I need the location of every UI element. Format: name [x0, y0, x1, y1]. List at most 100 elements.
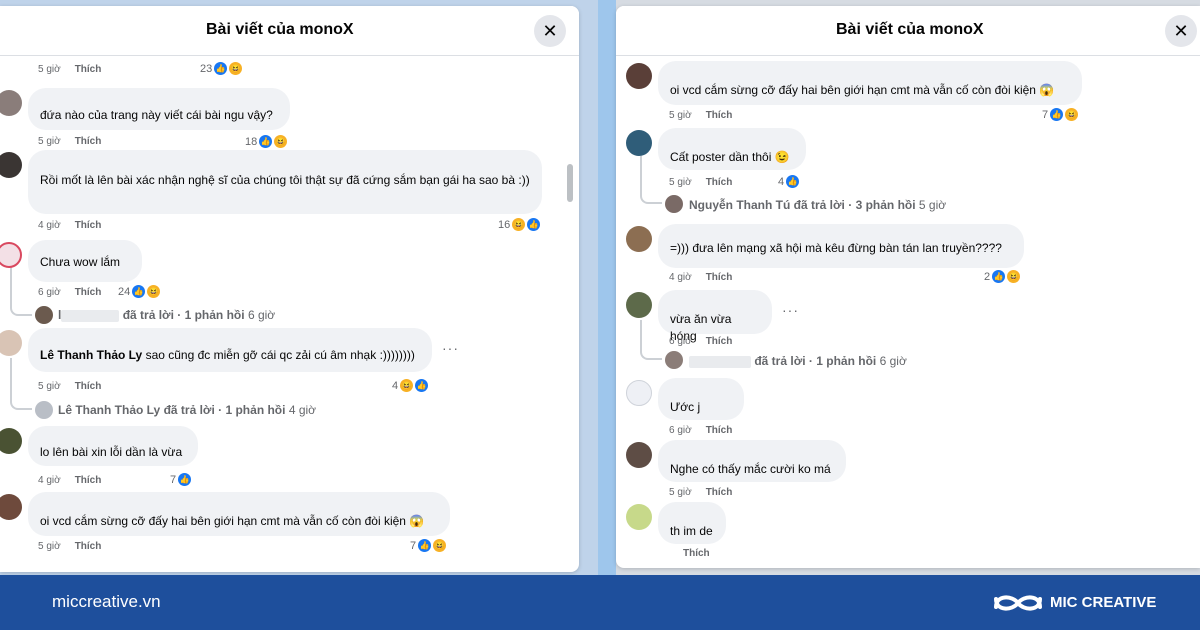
avatar[interactable]: [626, 380, 652, 406]
haha-reaction-icon: 😆: [147, 285, 161, 298]
dialog-title: Bài viết của monoX: [836, 21, 984, 38]
comment-time: 4 giờ: [669, 272, 692, 283]
like-link[interactable]: Thích: [706, 487, 733, 498]
scream-emoji-icon: 😱: [409, 514, 425, 528]
like-link[interactable]: Thích: [75, 64, 102, 75]
like-link[interactable]: Thích: [706, 272, 733, 283]
reaction-summary[interactable]: 4 😆 👍: [392, 379, 429, 392]
comment-bubble: Ước j: [658, 378, 744, 420]
close-icon: ✕: [1173, 20, 1189, 41]
avatar[interactable]: [0, 330, 22, 356]
like-link[interactable]: Thích: [706, 425, 733, 436]
reaction-summary[interactable]: 18 👍 😆: [245, 135, 288, 148]
like-link[interactable]: Thích: [706, 177, 733, 188]
comment-meta: 5 giờ Thích: [669, 177, 732, 188]
like-reaction-icon: 👍: [418, 539, 432, 552]
comment-time: 5 giờ: [669, 487, 692, 498]
reaction-summary[interactable]: 16 😆 👍: [498, 218, 541, 231]
comment-meta: 5 giờ Thích: [38, 136, 101, 147]
reply-summary[interactable]: l đã trả lời · 1 phản hồi 6 giờ: [58, 308, 275, 322]
thread-line: [640, 320, 662, 360]
footer-url[interactable]: miccreative.vn: [52, 592, 161, 612]
reaction-summary[interactable]: 2 👍 😆: [984, 270, 1021, 283]
comment-meta: 5 giờ Thích: [38, 64, 101, 75]
comment-bubble: oi vcd cắm sừng cỡ đấy hai bên giới hạn …: [28, 492, 450, 536]
reaction-summary[interactable]: 7 👍 😆: [1042, 108, 1079, 121]
comment-text: lo lên bài xin lỗi dần là vừa: [40, 445, 183, 459]
avatar[interactable]: [626, 63, 652, 89]
reply-avatar: [35, 306, 53, 324]
like-link[interactable]: Thích: [75, 136, 102, 147]
comment-meta: 4 giờ Thích: [38, 220, 101, 231]
avatar[interactable]: [626, 442, 652, 468]
reaction-summary[interactable]: 23 👍 😆: [200, 62, 243, 75]
reaction-summary[interactable]: 4 👍: [778, 175, 800, 188]
comment-bubble: th im de: [658, 502, 726, 544]
comment-bubble: Nghe có thấy mắc cười ko má: [658, 440, 846, 482]
dialog-header: Bài viết của monoX ✕: [616, 6, 1200, 56]
post-dialog-left: Bài viết của monoX ✕ 5 giờ Thích 23 👍 😆 đứ…: [0, 6, 579, 572]
reply-avatar: [35, 401, 53, 419]
haha-reaction-icon: 😆: [274, 135, 288, 148]
reaction-summary[interactable]: 24 👍 😆: [118, 285, 161, 298]
comment-meta: 4 giờ Thích: [38, 475, 101, 486]
avatar[interactable]: [626, 130, 652, 156]
avatar[interactable]: [0, 242, 22, 268]
comment-time: 5 giờ: [669, 177, 692, 188]
comment-text: đứa nào của trang này viết cái bài ngu v…: [40, 108, 273, 122]
comment-bubble: Lê Thanh Thảo Ly sao cũng đc miễn gỡ cái…: [28, 328, 432, 372]
avatar[interactable]: [626, 292, 652, 318]
thread-line: [640, 156, 662, 204]
more-options-icon[interactable]: ···: [782, 302, 799, 318]
comment-text: sao cũng đc miễn gỡ cái qc zải cú âm nhạ…: [145, 348, 415, 362]
comment-bubble: Cất poster dần thôi 😉: [658, 128, 806, 170]
comment-author[interactable]: Lê Thanh Thảo Ly: [40, 348, 142, 362]
comment-time: 6 giờ: [669, 336, 692, 347]
reply-summary[interactable]: Nguyễn Thanh Tú đã trả lời · 3 phản hồi …: [689, 198, 946, 212]
avatar[interactable]: [0, 90, 22, 116]
like-link[interactable]: Thích: [75, 541, 102, 552]
haha-reaction-icon: 😆: [400, 379, 414, 392]
post-dialog-right: Bài viết của monoX ✕ oi vcd cắm sừng cỡ …: [616, 6, 1200, 568]
like-link[interactable]: Thích: [706, 336, 733, 347]
avatar[interactable]: [626, 504, 652, 530]
reaction-count: 23: [200, 62, 213, 75]
like-reaction-icon: 👍: [992, 270, 1006, 283]
close-button[interactable]: ✕: [534, 15, 566, 47]
like-link[interactable]: Thích: [75, 220, 102, 231]
reply-time: 6 giờ: [879, 354, 907, 368]
comment-text: Chưa wow lắm: [40, 255, 121, 269]
comment-meta: 6 giờ Thích: [38, 287, 101, 298]
thread-line: [10, 268, 32, 316]
comment-meta: 6 giờ Thích: [669, 336, 732, 347]
reply-time: 6 giờ: [247, 308, 276, 322]
background-strip: [598, 0, 616, 575]
like-link[interactable]: Thích: [683, 548, 710, 559]
haha-reaction-icon: 😆: [229, 62, 243, 75]
reaction-count: 18: [245, 135, 258, 148]
like-link[interactable]: Thích: [75, 475, 102, 486]
reaction-count: 4: [392, 379, 399, 392]
reaction-summary[interactable]: 7 👍 😆: [410, 539, 447, 552]
reaction-count: 7: [410, 539, 417, 552]
reply-summary[interactable]: đã trả lời · 1 phản hồi 6 giờ: [689, 354, 907, 368]
comment-time: 5 giờ: [38, 381, 61, 392]
avatar[interactable]: [626, 226, 652, 252]
comment-time: 6 giờ: [38, 287, 61, 298]
comment-meta: Thích: [669, 548, 710, 559]
avatar[interactable]: [0, 152, 22, 178]
like-link[interactable]: Thích: [75, 381, 102, 392]
comment-time: 5 giờ: [38, 541, 61, 552]
comment-time: 5 giờ: [38, 64, 61, 75]
more-options-icon[interactable]: ···: [442, 340, 459, 356]
like-link[interactable]: Thích: [706, 110, 733, 121]
reaction-summary[interactable]: 7 👍: [170, 473, 192, 486]
scrollbar-thumb[interactable]: [567, 164, 573, 202]
reply-summary[interactable]: Lê Thanh Thảo Ly đã trả lời · 1 phản hồi…: [58, 403, 316, 417]
close-button[interactable]: ✕: [1165, 15, 1197, 47]
haha-reaction-icon: 😆: [1065, 108, 1079, 121]
like-link[interactable]: Thích: [75, 287, 102, 298]
avatar[interactable]: [0, 494, 22, 520]
reaction-count: 16: [498, 218, 511, 231]
avatar[interactable]: [0, 428, 22, 454]
